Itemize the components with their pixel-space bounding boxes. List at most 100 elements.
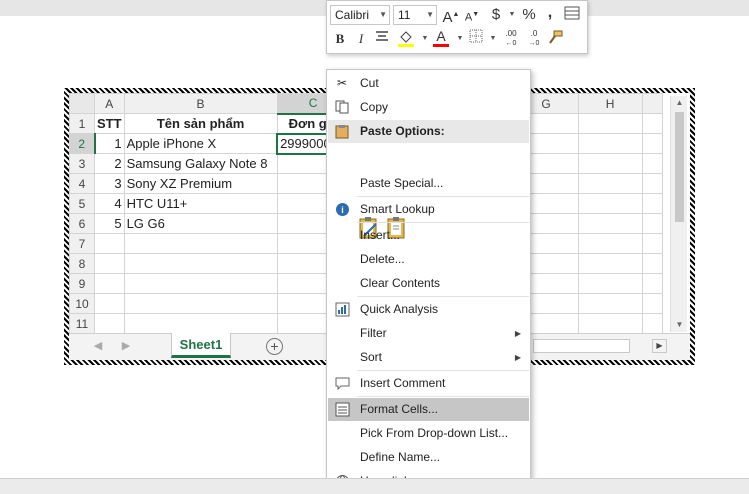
column-header-b[interactable]: B: [123, 93, 278, 114]
increase-decimal-button[interactable]: .00 ←0: [500, 29, 522, 49]
chevron-down-icon[interactable]: ▼: [503, 5, 521, 25]
format-painter-button[interactable]: [546, 29, 564, 49]
table-cell[interactable]: [94, 253, 125, 274]
cell-stt[interactable]: 3: [94, 173, 125, 194]
decrease-decimal-button[interactable]: .0 →0: [523, 29, 545, 49]
table-cell[interactable]: [577, 173, 643, 194]
quick-analysis-icon: [334, 302, 350, 317]
select-all-corner[interactable]: [69, 93, 95, 114]
row-header-10[interactable]: 10: [69, 293, 95, 314]
menu-item-filter[interactable]: Filter ▶: [328, 322, 529, 345]
add-sheet-button[interactable]: +: [266, 338, 283, 355]
column-header-a[interactable]: A: [94, 93, 125, 114]
table-cell[interactable]: [577, 233, 643, 254]
table-cell[interactable]: [123, 293, 278, 314]
table-cell[interactable]: [123, 273, 278, 294]
chevron-down-icon: ▼: [379, 10, 387, 19]
percent-button[interactable]: %: [520, 5, 538, 25]
menu-item-paste-special[interactable]: Paste Special...: [328, 172, 529, 195]
scroll-right-icon[interactable]: ▶: [652, 339, 667, 353]
table-cell[interactable]: [94, 233, 125, 254]
column-header-blank: [641, 93, 663, 114]
scroll-down-icon[interactable]: ▼: [671, 318, 688, 332]
row-header-5[interactable]: 5: [69, 193, 95, 214]
menu-item-insert[interactable]: Insert...: [328, 224, 529, 247]
menu-item-sort[interactable]: Sort ▶: [328, 346, 529, 369]
row-header-11[interactable]: 11: [69, 313, 95, 334]
cell-stt[interactable]: 2: [94, 153, 125, 174]
table-cell[interactable]: [577, 293, 643, 314]
cell-stt[interactable]: 1: [94, 133, 125, 154]
menu-item-label: Insert...: [360, 228, 401, 242]
borders-button[interactable]: [467, 29, 485, 49]
row-header-4[interactable]: 4: [69, 173, 95, 194]
row-header-6[interactable]: 6: [69, 213, 95, 234]
table-cell[interactable]: [123, 253, 278, 274]
submenu-arrow-icon: ▶: [514, 329, 521, 338]
cell-stt-header[interactable]: STT: [94, 113, 125, 134]
row-header-2[interactable]: 2: [69, 133, 96, 154]
table-cell[interactable]: [577, 153, 643, 174]
table-cell[interactable]: [94, 293, 125, 314]
menu-item-cut[interactable]: ✂ Cut: [328, 72, 529, 95]
row-header-3[interactable]: 3: [69, 153, 95, 174]
menu-item-delete[interactable]: Delete...: [328, 248, 529, 271]
font-color-button[interactable]: A: [432, 28, 450, 48]
row-header-8[interactable]: 8: [69, 253, 95, 274]
align-center-icon: [376, 31, 388, 41]
cell-product-name[interactable]: Sony XZ Premium: [123, 173, 278, 194]
align-center-button[interactable]: [373, 29, 391, 49]
bold-button[interactable]: B: [331, 29, 349, 49]
table-cell[interactable]: [577, 213, 643, 234]
table-cell[interactable]: [577, 133, 643, 154]
table-cell[interactable]: [123, 233, 278, 254]
font-size-box[interactable]: 11 ▼: [393, 5, 437, 25]
table-cell[interactable]: [94, 313, 125, 334]
table-cell[interactable]: [577, 313, 643, 334]
table-cell[interactable]: [577, 193, 643, 214]
row-header-7[interactable]: 7: [69, 233, 95, 254]
shrink-font-button[interactable]: A▼: [463, 5, 481, 25]
row-header-1[interactable]: 1: [69, 113, 95, 134]
scissors-icon: ✂: [336, 76, 348, 90]
menu-item-smart-lookup[interactable]: i Smart Lookup: [328, 198, 529, 221]
cell-product-name[interactable]: HTC U11+: [123, 193, 278, 214]
format-table-button[interactable]: [563, 5, 581, 25]
chevron-down-icon: ▼: [426, 10, 434, 19]
cell-product-name[interactable]: LG G6: [123, 213, 278, 234]
grow-font-button[interactable]: A▲: [442, 5, 460, 26]
next-sheet-icon[interactable]: ▶: [120, 339, 132, 353]
menu-item-insert-comment[interactable]: Insert Comment: [328, 372, 529, 395]
scrollbar-thumb[interactable]: [675, 112, 684, 222]
table-cell[interactable]: [94, 273, 125, 294]
table-cell[interactable]: [577, 253, 643, 274]
cell-product-name[interactable]: Apple iPhone X: [123, 133, 278, 154]
row-header-9[interactable]: 9: [69, 273, 95, 294]
increase-decimal-icon: .00: [505, 29, 517, 38]
comma-icon: ,: [547, 4, 553, 21]
comma-style-button[interactable]: ,: [541, 3, 559, 23]
prev-sheet-icon[interactable]: ◀: [92, 339, 104, 353]
table-cell[interactable]: [577, 113, 643, 134]
cell-product-name[interactable]: Samsung Galaxy Note 8: [123, 153, 278, 174]
menu-item-clear-contents[interactable]: Clear Contents: [328, 272, 529, 295]
menu-item-quick-analysis[interactable]: Quick Analysis: [328, 298, 529, 321]
sheet-tab-sheet1[interactable]: Sheet1: [171, 333, 231, 358]
menu-item-pick-from-list[interactable]: Pick From Drop-down List...: [328, 422, 529, 445]
menu-item-format-cells[interactable]: Format Cells...: [328, 398, 529, 421]
scroll-up-icon[interactable]: ▲: [671, 96, 688, 110]
menu-item-label: Smart Lookup: [360, 202, 435, 216]
table-cell[interactable]: [123, 313, 278, 334]
horizontal-scrollbar[interactable]: [533, 339, 630, 353]
cell-stt[interactable]: 5: [94, 213, 125, 234]
menu-item-copy[interactable]: Copy: [328, 96, 529, 119]
italic-button[interactable]: I: [352, 29, 370, 49]
font-name-box[interactable]: Calibri ▼: [330, 5, 390, 25]
cell-stt[interactable]: 4: [94, 193, 125, 214]
column-header-h[interactable]: H: [577, 93, 643, 114]
table-cell[interactable]: [577, 273, 643, 294]
menu-item-define-name[interactable]: Define Name...: [328, 446, 529, 469]
cell-name-header[interactable]: Tên sản phẩm: [123, 113, 278, 134]
fill-color-button[interactable]: [397, 28, 415, 48]
vertical-scrollbar[interactable]: ▲ ▼: [670, 96, 687, 332]
